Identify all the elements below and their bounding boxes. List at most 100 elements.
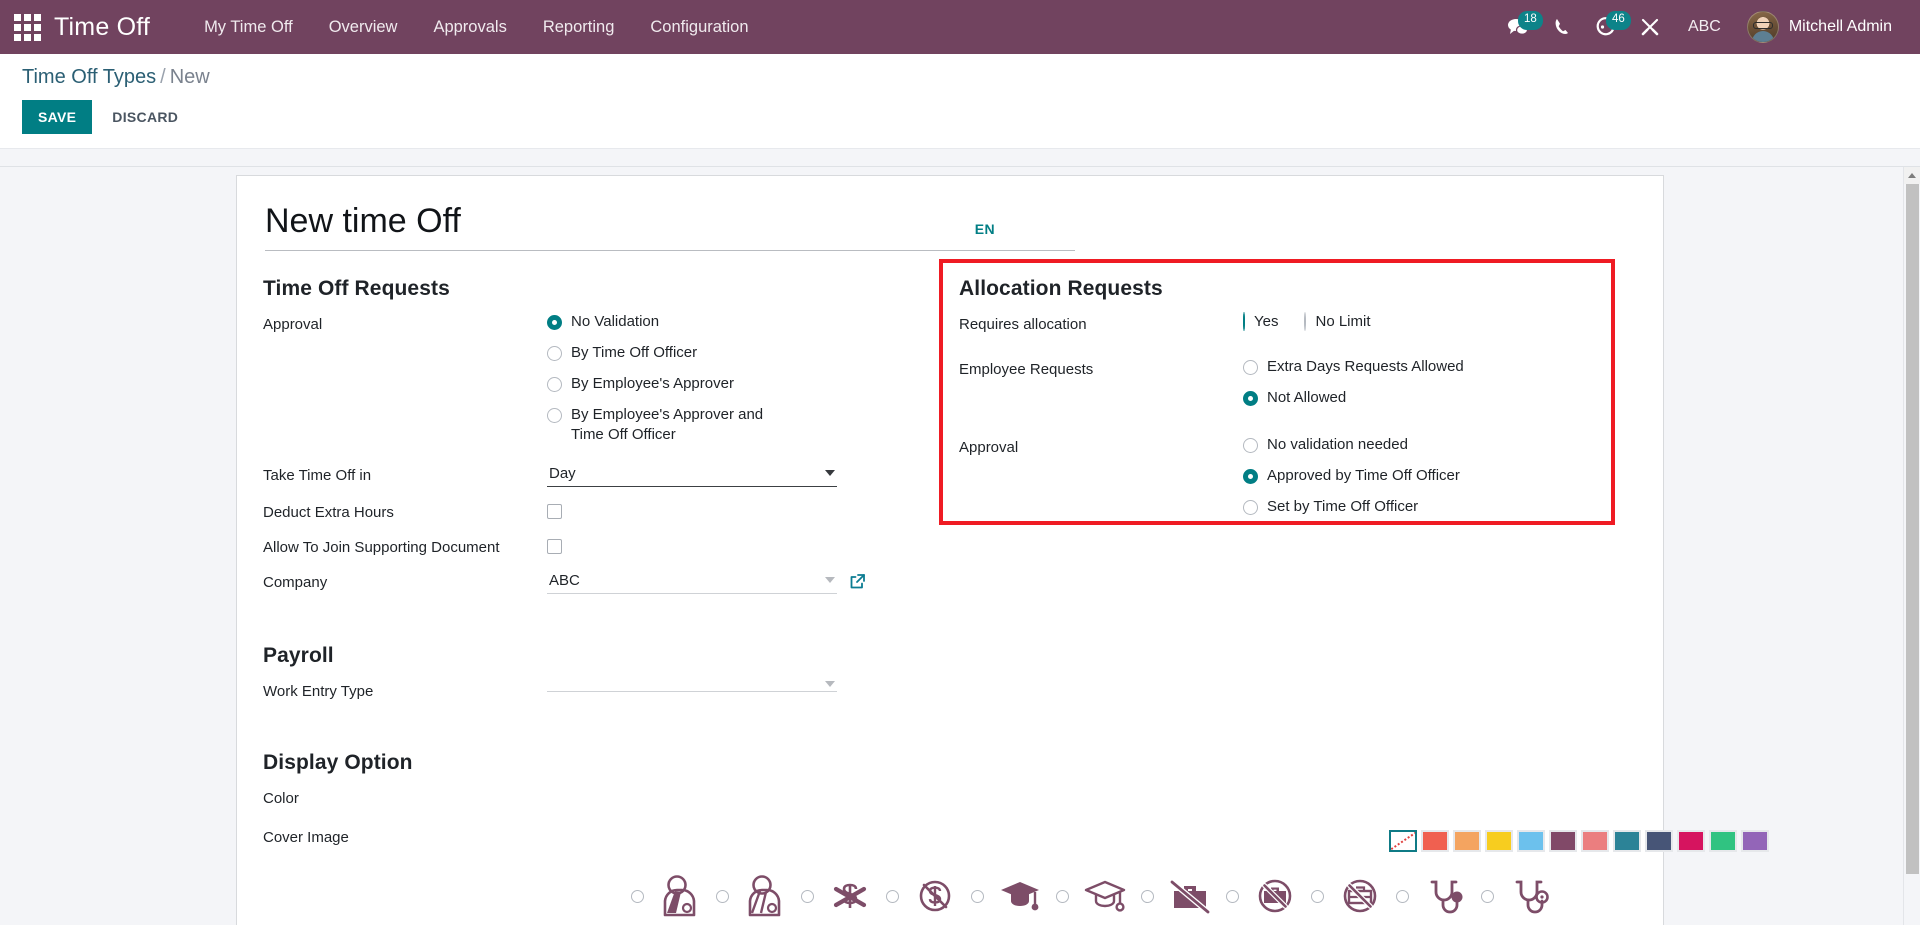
menu-item-overview[interactable]: Overview <box>311 10 416 45</box>
cover-image-radio[interactable] <box>631 889 644 903</box>
color-swatch-9[interactable] <box>1677 830 1705 852</box>
work-entry-type-select[interactable] <box>547 679 837 692</box>
injured-person-filled-icon[interactable] <box>644 866 716 925</box>
radio-group-approval: No Validation By Time Off Officer By Emp… <box>547 312 941 445</box>
cover-image-radio[interactable] <box>1226 889 1239 903</box>
cover-image-radio[interactable] <box>1141 889 1154 903</box>
radio-mark <box>1243 468 1258 484</box>
radio-requires-allocation-no-limit[interactable]: No Limit <box>1304 312 1371 332</box>
phone-icon[interactable] <box>1540 5 1584 49</box>
cover-image-radio[interactable] <box>801 889 814 903</box>
color-swatch-7[interactable] <box>1613 830 1641 852</box>
record-title-input[interactable]: New time Off <box>265 202 975 250</box>
language-button[interactable]: EN <box>975 221 995 250</box>
cover-image-radio[interactable] <box>971 889 984 903</box>
cover-image-option-8[interactable] <box>1311 866 1396 925</box>
radio-extra-days-requests-allowed[interactable]: Extra Days Requests Allowed <box>1243 357 1637 377</box>
radio-label: Extra Days Requests Allowed <box>1267 358 1464 376</box>
cover-image-radio[interactable] <box>1481 889 1494 903</box>
cover-image-option-4[interactable] <box>971 866 1056 925</box>
color-swatch-11[interactable] <box>1741 830 1769 852</box>
radio-label: Set by Time Off Officer <box>1267 497 1419 515</box>
color-swatch-4[interactable] <box>1517 830 1545 852</box>
cover-image-option-6[interactable] <box>1141 866 1226 925</box>
control-panel: Time Off Types / New SAVE DISCARD <box>0 54 1920 149</box>
no-briefcase-circle-filled-icon[interactable] <box>1239 866 1311 925</box>
injured-person-outline-icon[interactable] <box>729 866 801 925</box>
cover-image-radio[interactable] <box>1396 889 1409 903</box>
no-briefcase-circle-outline-icon[interactable] <box>1324 866 1396 925</box>
field-label-deduct-extra-hours: Deduct Extra Hours <box>263 503 394 521</box>
apps-grid-icon[interactable] <box>14 14 41 41</box>
cover-image-radio[interactable] <box>1056 889 1069 903</box>
cover-image-option-7[interactable] <box>1226 866 1311 925</box>
cover-image-radio[interactable] <box>1311 889 1324 903</box>
cover-image-option-10[interactable] <box>1481 866 1566 925</box>
breadcrumb-separator: / <box>160 66 166 88</box>
cover-image-radio[interactable] <box>886 889 899 903</box>
color-swatch-2[interactable] <box>1453 830 1481 852</box>
cover-image-option-1[interactable] <box>716 866 801 925</box>
color-swatch-5[interactable] <box>1549 830 1577 852</box>
field-label-take-time-off-in: Take Time Off in <box>263 466 372 484</box>
cover-image-option-5[interactable] <box>1056 866 1141 925</box>
radio-by-employees-approver-and-time-off-officer[interactable]: By Employee's Approver and Time Off Offi… <box>547 405 941 445</box>
radio-no-validation[interactable]: No Validation <box>547 312 941 332</box>
menu-item-approvals[interactable]: Approvals <box>415 10 524 45</box>
radio-label: Approved by Time Off Officer <box>1267 466 1460 484</box>
color-swatch-10[interactable] <box>1709 830 1737 852</box>
color-swatch-8[interactable] <box>1645 830 1673 852</box>
radio-no-validation-needed[interactable]: No validation needed <box>1243 435 1637 455</box>
scrollbar-thumb[interactable] <box>1906 184 1919 874</box>
radio-mark <box>1243 312 1245 332</box>
discard-button[interactable]: DISCARD <box>98 100 192 134</box>
user-menu[interactable]: Mitchell Admin <box>1737 7 1898 47</box>
chevron-down-icon <box>825 680 835 687</box>
save-button[interactable]: SAVE <box>22 100 93 134</box>
cover-image-option-9[interactable] <box>1396 866 1481 925</box>
stethoscope-filled-icon[interactable] <box>1409 866 1481 925</box>
color-swatch-0[interactable] <box>1389 830 1417 852</box>
app-brand-title[interactable]: Time Off <box>54 13 150 42</box>
no-money-crossed-icon[interactable] <box>814 866 886 925</box>
no-briefcase-filled-icon[interactable] <box>1154 866 1226 925</box>
radio-set-by-time-off-officer[interactable]: Set by Time Off Officer <box>1243 497 1637 517</box>
menu-item-my-time-off[interactable]: My Time Off <box>186 10 311 45</box>
vertical-scrollbar[interactable] <box>1903 167 1920 925</box>
radio-group-employee-requests: Extra Days Requests Allowed Not Allowed <box>1243 357 1637 408</box>
radio-by-employees-approver[interactable]: By Employee's Approver <box>547 374 941 394</box>
external-link-icon[interactable] <box>849 573 866 590</box>
allow-join-supporting-document-checkbox[interactable] <box>547 538 562 554</box>
radio-approved-by-time-off-officer[interactable]: Approved by Time Off Officer <box>1243 466 1637 486</box>
take-time-off-in-select[interactable]: Day <box>547 463 837 487</box>
radio-mark <box>547 346 562 362</box>
cover-image-radio[interactable] <box>716 889 729 903</box>
wrench-tools-icon[interactable] <box>1628 5 1672 49</box>
control-panel-buttons: SAVE DISCARD <box>22 100 1920 134</box>
radio-by-time-off-officer[interactable]: By Time Off Officer <box>547 343 941 363</box>
cover-image-option-3[interactable] <box>886 866 971 925</box>
menu-item-configuration[interactable]: Configuration <box>632 10 766 45</box>
no-dollar-circle-icon[interactable] <box>899 866 971 925</box>
activities-button[interactable]: 46 <box>1584 5 1631 49</box>
field-label-work-entry-type: Work Entry Type <box>263 682 374 700</box>
graduation-cap-filled-icon[interactable] <box>984 866 1056 925</box>
radio-not-allowed[interactable]: Not Allowed <box>1243 388 1637 408</box>
stethoscope-outline-icon[interactable] <box>1494 866 1566 925</box>
title-row: New time Off EN <box>265 202 1075 250</box>
field-label-requires-allocation: Requires allocation <box>959 316 1087 334</box>
graduation-cap-outline-icon[interactable] <box>1069 866 1141 925</box>
breadcrumb-item-time-off-types[interactable]: Time Off Types <box>22 66 156 88</box>
cover-image-option-0[interactable] <box>631 866 716 925</box>
color-swatch-1[interactable] <box>1421 830 1449 852</box>
menu-item-reporting[interactable]: Reporting <box>525 10 633 45</box>
cover-image-option-2[interactable] <box>801 866 886 925</box>
messages-button[interactable]: 18 <box>1496 5 1543 49</box>
color-swatch-6[interactable] <box>1581 830 1609 852</box>
company-select[interactable]: ABC <box>547 570 837 594</box>
deduct-extra-hours-checkbox[interactable] <box>547 503 562 519</box>
scroll-up-arrow-icon[interactable] <box>1904 167 1920 184</box>
color-swatch-3[interactable] <box>1485 830 1513 852</box>
radio-requires-allocation-yes[interactable]: Yes <box>1243 312 1278 332</box>
company-switcher[interactable]: ABC <box>1672 10 1737 44</box>
